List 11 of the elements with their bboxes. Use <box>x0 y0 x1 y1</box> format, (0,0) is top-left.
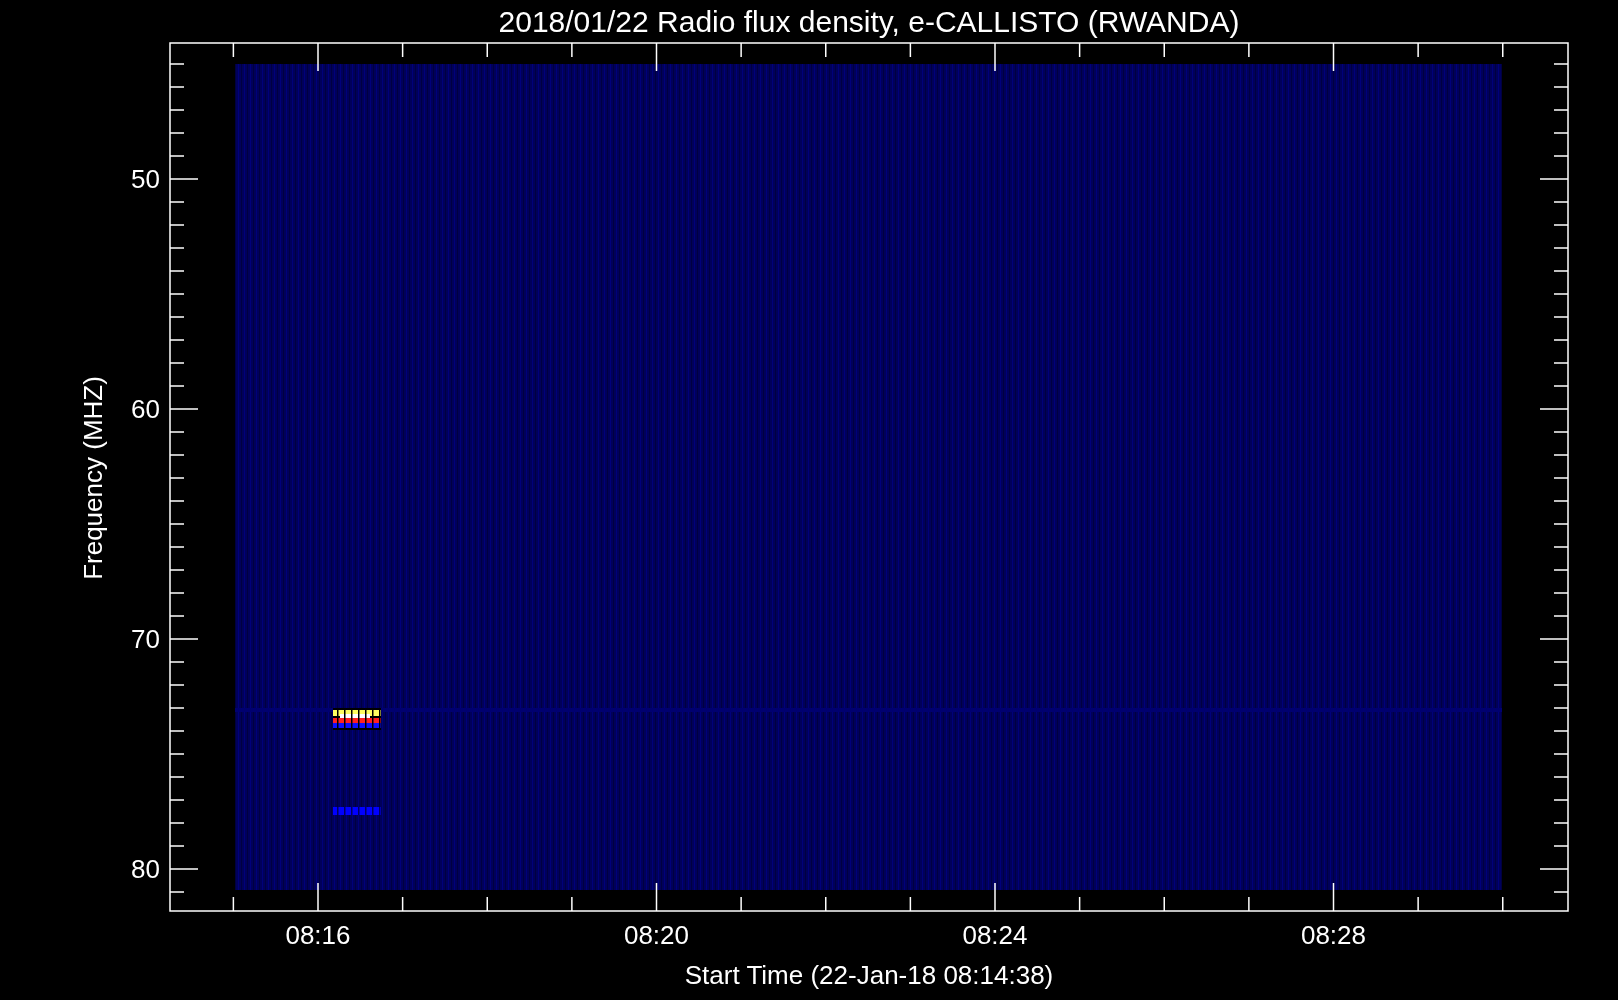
x-tick-label: 08:24 <box>962 920 1028 950</box>
x-tick-label: 08:16 <box>285 920 351 950</box>
y-tick-label: 60 <box>131 394 160 424</box>
x-axis-label: Start Time (22-Jan-18 08:14:38) <box>684 960 1054 990</box>
x-tick-label: 08:20 <box>623 920 690 950</box>
x-tick-label: 08:28 <box>1300 920 1367 950</box>
y-tick-label: 50 <box>131 164 160 194</box>
y-axis-label: Frequency (MHZ) <box>78 376 108 580</box>
chart-title: 2018/01/22 Radio flux density, e-CALLISTO (RWANDA) <box>498 5 1240 38</box>
y-tick-label: 70 <box>131 624 160 654</box>
y-tick-label: 80 <box>131 854 160 884</box>
